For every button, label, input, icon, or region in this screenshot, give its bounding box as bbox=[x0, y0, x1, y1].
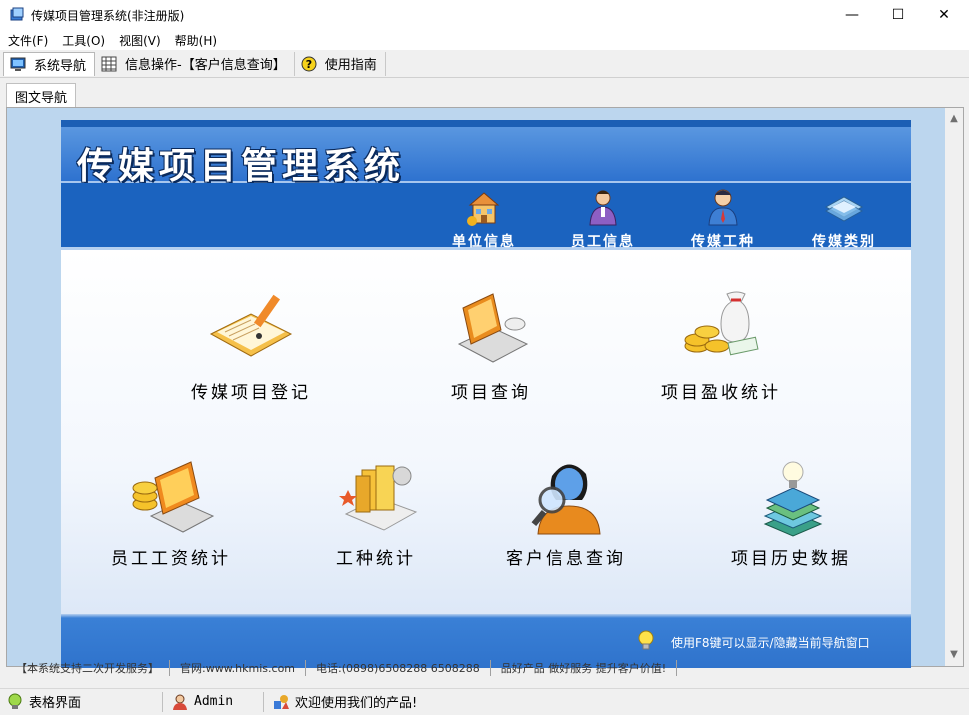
employee-icon bbox=[589, 190, 617, 226]
status-message-label: 欢迎使用我们的产品! bbox=[295, 696, 418, 711]
laptop-search-icon bbox=[457, 293, 529, 363]
status-separator bbox=[162, 691, 163, 712]
shapes-icon bbox=[274, 694, 289, 709]
panel-top-strip bbox=[61, 120, 911, 127]
status-message: 欢迎使用我们的产品! bbox=[266, 689, 417, 715]
books-icon bbox=[763, 461, 823, 537]
info-service: 【本系统支持二次开发服务】 bbox=[6, 660, 170, 676]
minimize-icon: — bbox=[845, 7, 859, 23]
maximize-icon: ☐ bbox=[891, 7, 905, 23]
func-label: 项目盈收统计 bbox=[661, 383, 781, 403]
nav-label: 传媒工种 bbox=[691, 234, 755, 250]
scroll-up-icon[interactable]: ▲ bbox=[949, 114, 959, 124]
minimize-button[interactable]: — bbox=[829, 0, 875, 30]
status-view-mode[interactable]: 表格界面 bbox=[0, 689, 160, 715]
menu-bar: 文件(F) 工具(O) 视图(V) 帮助(H) bbox=[0, 30, 969, 50]
menu-view[interactable]: 视图(V) bbox=[119, 32, 161, 49]
status-bar: 表格界面 Admin 欢迎使用我们的产品! bbox=[0, 688, 969, 714]
func-salary-stats[interactable]: 员工工资统计 bbox=[81, 450, 261, 570]
title-bar: 传媒项目管理系统(非注册版) — ☐ ✕ bbox=[0, 0, 969, 30]
tab-graphic-nav[interactable]: 图文导航 bbox=[6, 83, 77, 108]
register-icon bbox=[209, 294, 293, 357]
info-website: 官网:www.hkmis.com bbox=[170, 660, 307, 676]
app-icon bbox=[10, 7, 24, 21]
nav-media-worker[interactable]: 传媒工种 bbox=[678, 183, 768, 250]
lightbulb-icon bbox=[638, 630, 654, 650]
status-separator bbox=[263, 691, 264, 712]
tab-system-nav[interactable]: 系统导航 bbox=[3, 51, 96, 76]
files-icon bbox=[339, 465, 418, 531]
menu-tools[interactable]: 工具(O) bbox=[62, 32, 105, 49]
sub-tab-bar: 图文导航 bbox=[0, 78, 969, 108]
func-customer-query[interactable]: 客户信息查询 bbox=[476, 450, 656, 570]
grid-icon bbox=[101, 56, 117, 71]
func-project-history[interactable]: 项目历史数据 bbox=[701, 450, 881, 570]
func-project-register[interactable]: 传媒项目登记 bbox=[161, 284, 341, 404]
navigation-panel: 传媒项目管理系统 单位信息 员工信息 传媒工种 传媒类别 传媒项目登记 项目查询… bbox=[61, 120, 911, 668]
tab-label: 使用指南 bbox=[324, 58, 377, 73]
worker-icon bbox=[708, 189, 738, 226]
maximize-button[interactable]: ☐ bbox=[875, 0, 921, 30]
nav-employee-info[interactable]: 员工信息 bbox=[558, 183, 648, 250]
nav-label: 员工信息 bbox=[571, 234, 635, 250]
status-view-label: 表格界面 bbox=[29, 696, 82, 711]
help-icon: ? bbox=[301, 56, 317, 71]
vertical-scrollbar[interactable]: ▲ ▼ bbox=[945, 108, 963, 666]
status-user: Admin bbox=[165, 689, 261, 715]
nav-label: 传媒类别 bbox=[812, 234, 876, 250]
info-bar: 【本系统支持二次开发服务】 官网:www.hkmis.com 电话:(0898)… bbox=[6, 660, 906, 676]
building-icon bbox=[467, 192, 500, 226]
close-icon: ✕ bbox=[938, 7, 950, 23]
menu-help[interactable]: 帮助(H) bbox=[175, 32, 217, 49]
main-tab-bar: 系统导航 信息操作-【客户信息查询】 ? 使用指南 bbox=[0, 50, 969, 78]
user-icon bbox=[173, 694, 187, 710]
bulb-icon bbox=[8, 693, 22, 709]
func-label: 项目历史数据 bbox=[731, 549, 851, 569]
svg-text:?: ? bbox=[306, 58, 312, 71]
panel-title: 传媒项目管理系统 bbox=[77, 145, 406, 187]
navigation-tip: 使用F8键可以显示/隐藏当前导航窗口 bbox=[671, 636, 870, 650]
func-label: 客户信息查询 bbox=[506, 549, 626, 569]
tab-info-operation[interactable]: 信息操作-【客户信息查询】 bbox=[95, 51, 295, 76]
func-label: 项目查询 bbox=[451, 383, 531, 403]
menu-file[interactable]: 文件(F) bbox=[8, 32, 48, 49]
status-user-label: Admin bbox=[194, 694, 234, 709]
func-worker-stats[interactable]: 工种统计 bbox=[286, 450, 466, 570]
info-phone: 电话:(0898)6508288 6508288 bbox=[306, 660, 491, 676]
customer-search-icon bbox=[531, 464, 601, 535]
subtab-label: 图文导航 bbox=[15, 90, 68, 106]
panel-header: 传媒项目管理系统 bbox=[61, 127, 911, 187]
func-label: 员工工资统计 bbox=[111, 549, 231, 569]
tab-user-guide[interactable]: ? 使用指南 bbox=[295, 51, 386, 76]
close-button[interactable]: ✕ bbox=[921, 0, 967, 30]
info-slogan: 品好产品 做好服务 提升客户价值! bbox=[491, 660, 678, 676]
tab-label: 信息操作-【客户信息查询】 bbox=[125, 58, 286, 73]
nav-unit-info[interactable]: 单位信息 bbox=[439, 183, 529, 250]
func-label: 工种统计 bbox=[336, 549, 416, 569]
tab-label: 系统导航 bbox=[34, 58, 87, 74]
nav-label: 单位信息 bbox=[452, 234, 516, 250]
content-area: ▲ ▼ 传媒项目管理系统 单位信息 员工信息 传媒工种 传媒类别 传媒项目登记 … bbox=[6, 107, 964, 668]
func-project-query[interactable]: 项目查询 bbox=[401, 284, 581, 404]
quick-nav-bar: 单位信息 员工信息 传媒工种 传媒类别 bbox=[61, 183, 911, 250]
scroll-down-icon[interactable]: ▼ bbox=[949, 650, 959, 660]
nav-media-category[interactable]: 传媒类别 bbox=[799, 183, 889, 250]
monitor-icon bbox=[10, 57, 26, 71]
money-bag-icon bbox=[684, 291, 759, 356]
category-icon bbox=[824, 196, 864, 222]
function-area: 传媒项目登记 项目查询 项目盈收统计 员工工资统计 工种统计 客户信息查询 项目… bbox=[61, 250, 911, 614]
func-project-revenue[interactable]: 项目盈收统计 bbox=[631, 284, 811, 404]
func-label: 传媒项目登记 bbox=[191, 383, 311, 403]
window-title: 传媒项目管理系统(非注册版) bbox=[31, 8, 185, 23]
salary-icon bbox=[132, 461, 215, 533]
